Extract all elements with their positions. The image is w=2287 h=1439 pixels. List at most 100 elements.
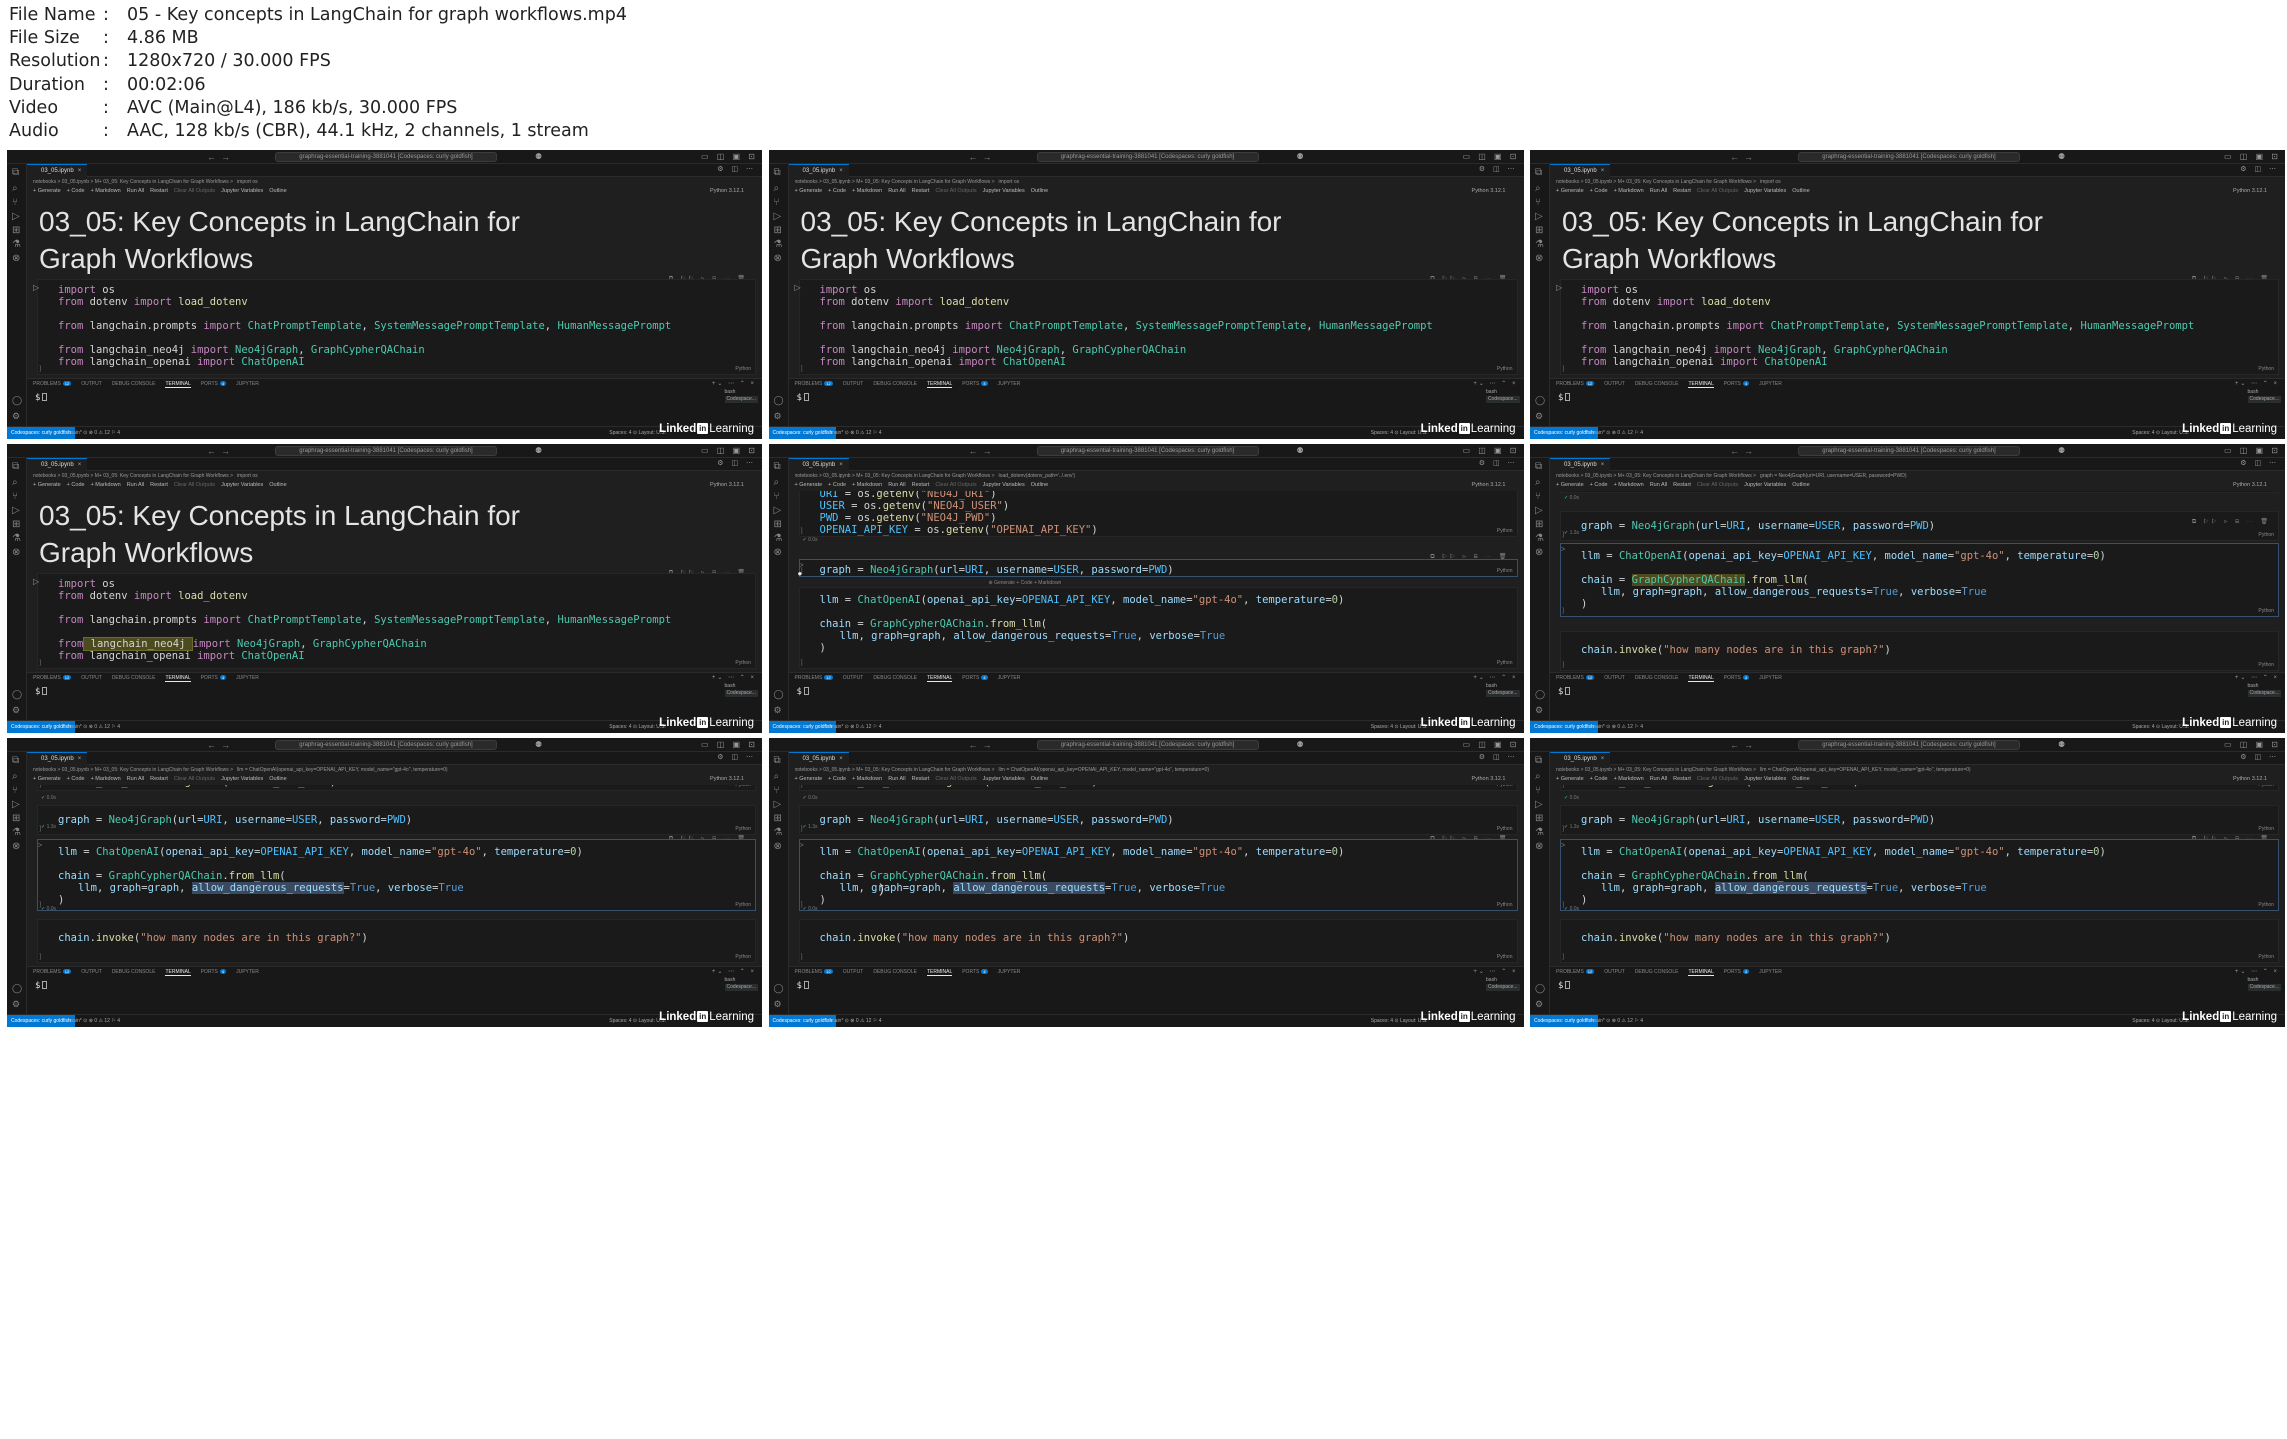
nav-back-icon[interactable]: ←: [207, 740, 216, 750]
nav-back-icon[interactable]: ←: [1730, 740, 1739, 750]
panel-tab[interactable]: PORTS 4: [201, 381, 227, 387]
terminal-list[interactable]: bash Codespace...: [1486, 389, 1520, 403]
terminal-item[interactable]: bash: [725, 977, 758, 984]
testing-icon[interactable]: ⚗: [774, 534, 783, 544]
remote-indicator[interactable]: Codespaces: curly goldfish: [768, 427, 837, 439]
code-line[interactable]: llm, graph=graph, allow_dangerous_reques…: [1601, 882, 1987, 894]
add-markdown-button[interactable]: + Markdown: [91, 188, 121, 194]
remote-icon[interactable]: ⊗: [12, 254, 20, 264]
add-code-button[interactable]: + Code: [67, 188, 85, 194]
status-right[interactable]: Spaces: 4 ⊙ Layout: U.S.: [609, 721, 666, 733]
cell-language[interactable]: Python: [735, 366, 751, 372]
remote-icon[interactable]: ⊗: [774, 548, 782, 558]
code-line[interactable]: chain = GraphCypherQAChain.from_llm(: [58, 870, 286, 882]
kernel-picker[interactable]: Python 3.12.1: [710, 481, 744, 490]
terminal-item[interactable]: Codespace...: [1486, 984, 1520, 991]
extensions-icon[interactable]: ⊞: [12, 226, 20, 236]
copilot-icon[interactable]: ⚉: [1297, 740, 1304, 750]
tab-notebook[interactable]: 03_05.ipynb ×: [27, 164, 88, 177]
panel-tab[interactable]: PORTS 4: [1724, 969, 1750, 975]
nav-forward-icon[interactable]: →: [1744, 152, 1753, 162]
search-icon[interactable]: ⌕: [12, 184, 18, 194]
nav-forward-icon[interactable]: →: [221, 740, 230, 750]
cell-language[interactable]: Python: [2258, 662, 2274, 668]
add-code-button[interactable]: + Code: [828, 188, 846, 194]
panel-tab[interactable]: JUPYTER: [1759, 675, 1782, 681]
layout-controls-icon[interactable]: ▭ ◫ ▣ ⊡: [1462, 152, 1519, 162]
terminal-list[interactable]: bash Codespace...: [2247, 389, 2281, 403]
panel-tab[interactable]: JUPYTER: [998, 675, 1021, 681]
panel-controls-icon[interactable]: +⌄ ⋯ ⌃ ×: [712, 968, 756, 975]
code-line[interactable]: llm = ChatOpenAI(openai_api_key=OPENAI_A…: [820, 594, 1345, 606]
breadcrumb[interactable]: notebooks > 03_05.ipynb > M+ 03_05: Key …: [795, 472, 1516, 480]
panel-tab[interactable]: PROBLEMS 12: [33, 969, 72, 975]
close-icon[interactable]: ×: [78, 168, 82, 174]
clear-outputs-button[interactable]: Clear All Outputs: [935, 776, 976, 782]
outline-button[interactable]: Outline: [1792, 776, 1809, 782]
code-line[interactable]: ): [820, 642, 826, 654]
close-icon[interactable]: ×: [1601, 168, 1605, 174]
terminal-item[interactable]: Codespace...: [724, 690, 758, 697]
variables-button[interactable]: Jupyter Variables: [1744, 482, 1786, 488]
code-line[interactable]: from dotenv import load_dotenv: [58, 296, 248, 308]
variables-button[interactable]: Jupyter Variables: [221, 188, 263, 194]
terminal-item[interactable]: bash: [2248, 389, 2281, 396]
account-icon[interactable]: ◯: [12, 983, 22, 994]
account-icon[interactable]: ◯: [12, 395, 22, 406]
outline-button[interactable]: Outline: [269, 776, 286, 782]
code-line[interactable]: from langchain_neo4j import Neo4jGraph, …: [1581, 344, 1948, 356]
editor-actions-icon[interactable]: ⚙ ◫ ⋯: [2240, 165, 2279, 175]
variables-button[interactable]: Jupyter Variables: [983, 776, 1025, 782]
source-control-icon[interactable]: ⑂: [1535, 198, 1541, 208]
code-cell[interactable]: ▷[ ]Pythonllm = ChatOpenAI(openai_api_ke…: [37, 839, 756, 911]
panel-tab[interactable]: PROBLEMS 12: [795, 675, 833, 681]
run-debug-icon[interactable]: ▷: [774, 800, 782, 810]
code-cell[interactable]: ▷[ ]Pythonllm = ChatOpenAI(openai_api_ke…: [1560, 839, 2279, 911]
code-line[interactable]: graph = Neo4jGraph(url=URI, username=USE…: [1581, 814, 1935, 826]
cell-language[interactable]: Python: [2258, 954, 2274, 960]
code-cell[interactable]: [ ]Pythonimport osfrom dotenv import loa…: [37, 279, 756, 375]
panel-tab[interactable]: PORTS 4: [962, 675, 988, 681]
code-line[interactable]: llm = ChatOpenAI(openai_api_key=OPENAI_A…: [820, 846, 1345, 858]
command-center[interactable]: graphrag-essential-training-3881041 [Cod…: [1036, 446, 1259, 456]
panel-tab[interactable]: DEBUG CONSOLE: [112, 675, 156, 681]
code-cell[interactable]: [ ]Pythongraph = Neo4jGraph(url=URI, use…: [1560, 805, 2279, 835]
cell-language[interactable]: Python: [1497, 660, 1513, 666]
testing-icon[interactable]: ⚗: [12, 828, 21, 838]
code-line[interactable]: USER = os.getenv("NEO4J_USER"): [820, 500, 1010, 512]
terminal-item[interactable]: bash: [725, 389, 758, 396]
extensions-icon[interactable]: ⊞: [1535, 520, 1543, 530]
nav-forward-icon[interactable]: →: [221, 446, 230, 456]
panel-tab[interactable]: JUPYTER: [236, 381, 259, 387]
terminal-prompt[interactable]: $: [797, 981, 809, 991]
add-markdown-button[interactable]: + Markdown: [852, 188, 882, 194]
run-all-button[interactable]: Run All: [127, 776, 144, 782]
panel-tab[interactable]: TERMINAL: [165, 969, 191, 976]
command-center[interactable]: graphrag-essential-training-3881041 [Cod…: [1798, 446, 2020, 456]
panel-tab[interactable]: OUTPUT: [843, 381, 864, 387]
account-icon[interactable]: ◯: [1535, 395, 1545, 406]
variables-button[interactable]: Jupyter Variables: [1744, 188, 1786, 194]
panel-tab[interactable]: TERMINAL: [926, 381, 953, 388]
code-line[interactable]: llm, graph=graph, allow_dangerous_reques…: [840, 630, 1226, 642]
run-debug-icon[interactable]: ▷: [774, 212, 782, 222]
breadcrumb[interactable]: notebooks > 03_05.ipynb > M+ 03_05: Key …: [1556, 766, 2277, 774]
cell-language[interactable]: Python: [1497, 954, 1513, 960]
layout-controls-icon[interactable]: ▭ ◫ ▣ ⊡: [1462, 446, 1519, 456]
run-debug-icon[interactable]: ▷: [1535, 506, 1543, 516]
nav-back-icon[interactable]: ←: [969, 446, 978, 456]
terminal-prompt[interactable]: $: [35, 687, 48, 697]
command-center[interactable]: graphrag-essential-training-3881041 [Cod…: [275, 446, 497, 456]
gear-icon[interactable]: ⚙: [1535, 999, 1543, 1010]
tab-notebook[interactable]: 03_05.ipynb ×: [788, 752, 849, 765]
remote-icon[interactable]: ⊗: [1535, 548, 1543, 558]
panel-tab[interactable]: PORTS 4: [201, 675, 227, 681]
remote-indicator[interactable]: Codespaces: curly goldfish: [1530, 721, 1598, 733]
remote-icon[interactable]: ⊗: [1535, 254, 1543, 264]
kernel-picker[interactable]: Python 3.12.1: [2233, 187, 2267, 196]
code-line[interactable]: from langchain.prompts import ChatPrompt…: [58, 614, 671, 626]
add-code-button[interactable]: + Code: [828, 482, 846, 488]
panel-tab[interactable]: DEBUG CONSOLE: [1635, 969, 1679, 975]
nav-back-icon[interactable]: ←: [207, 152, 216, 162]
remote-indicator[interactable]: Codespaces: curly goldfish: [1530, 427, 1598, 439]
